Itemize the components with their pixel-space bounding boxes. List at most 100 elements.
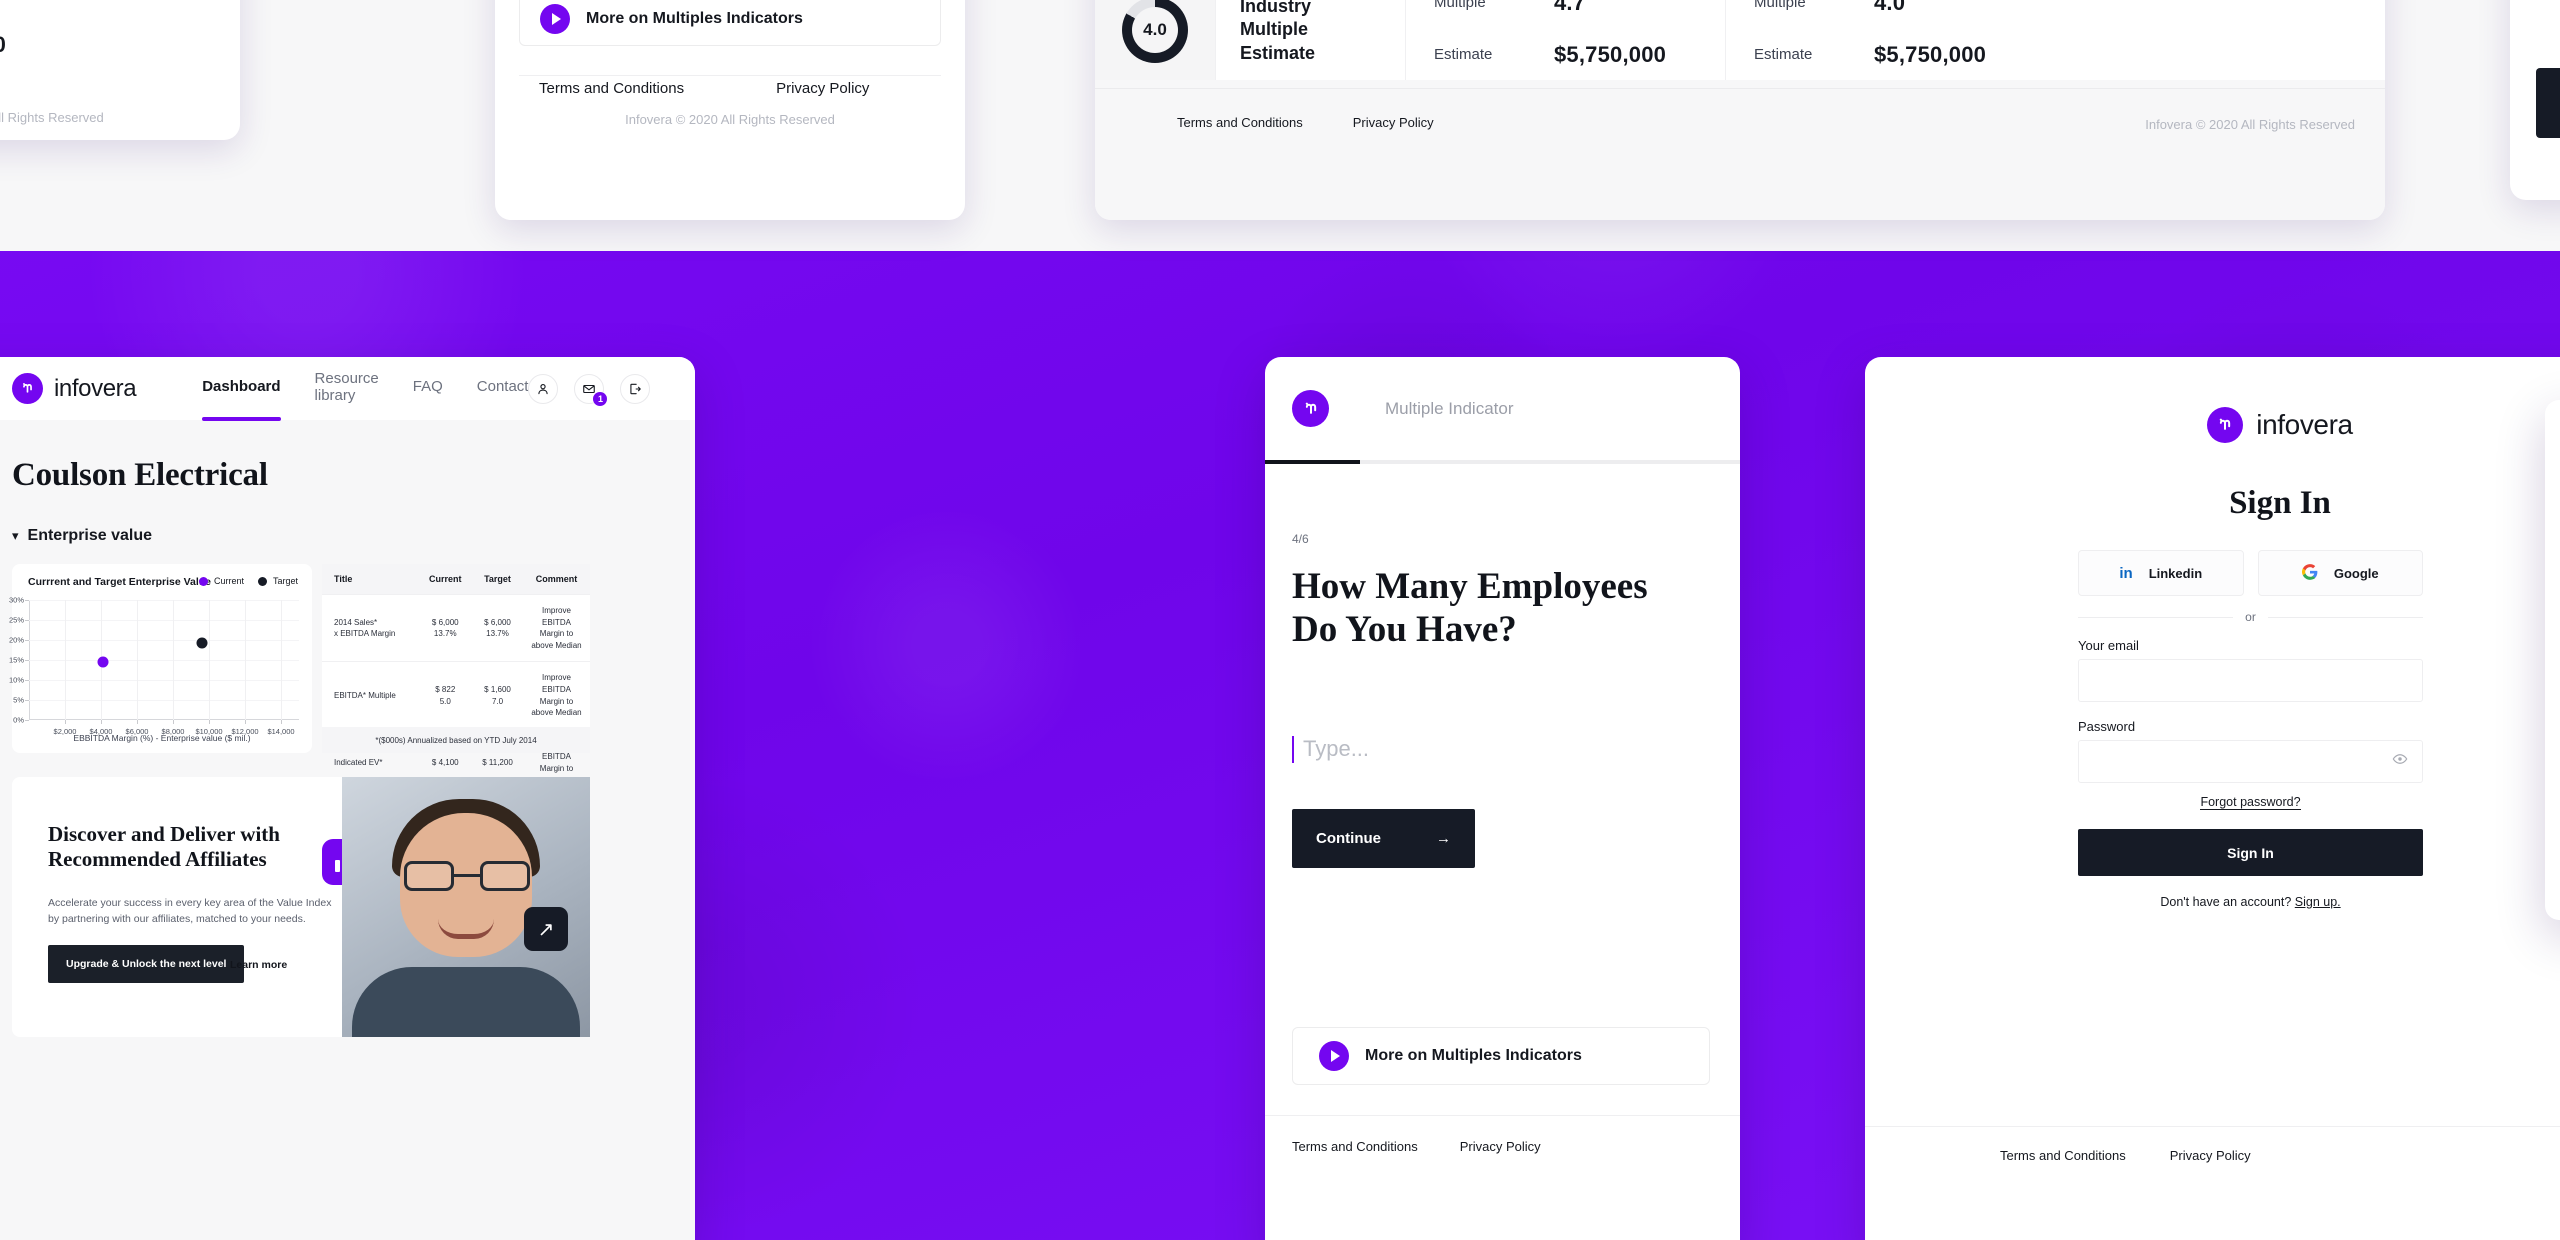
- cell-target: $ 1,600 7.0: [472, 661, 523, 730]
- more-on-multiples-button-b[interactable]: More on Multiples Indicators: [519, 0, 941, 46]
- privacy-link-b[interactable]: Privacy Policy: [776, 80, 869, 97]
- promo-title: Discover and Deliver with Recommended Af…: [48, 822, 280, 872]
- metric-0-multiple-label: Multiple: [1434, 0, 1486, 11]
- message-count-badge: 1: [593, 391, 608, 406]
- quiz-header: Multiple Indicator: [1265, 357, 1740, 460]
- app-logo[interactable]: infovera: [1865, 407, 2560, 443]
- y-tick: [25, 640, 29, 641]
- logout-icon[interactable]: [620, 373, 651, 404]
- nav-contact[interactable]: Contact: [477, 378, 529, 399]
- user-icon[interactable]: [528, 373, 559, 404]
- infovera-logo-icon: [12, 373, 43, 404]
- cell-comment: Improve EBITDA Margin to above Median: [522, 661, 590, 730]
- app-logo-text: infovera: [54, 374, 137, 402]
- th-comment: Comment: [522, 564, 590, 595]
- x-tick: [137, 720, 138, 724]
- y-tick-label: 25%: [8, 615, 24, 625]
- nav-faq[interactable]: FAQ: [413, 378, 443, 399]
- cell-comment: Improve EBITDA Margin to above Median: [522, 593, 590, 662]
- signin-submit-button[interactable]: Sign In: [2078, 829, 2423, 876]
- oauth-buttons: in Linkedin Google: [2078, 550, 2423, 596]
- terms-link-b[interactable]: Terms and Conditions: [539, 80, 684, 97]
- app-logo[interactable]: infovera: [12, 373, 137, 404]
- table-row: EBITDA* Multiple $ 822 5.0 $ 1,600 7.0 Improv…: [322, 661, 590, 730]
- infovera-logo-icon[interactable]: [1292, 390, 1329, 427]
- x-tick: [245, 720, 246, 724]
- grid-line-h: [29, 640, 299, 641]
- privacy-link-signin[interactable]: Privacy Policy: [2170, 1148, 2251, 1163]
- th-target: Target: [472, 564, 523, 595]
- grid-line-v: [245, 600, 246, 720]
- password-field[interactable]: [2078, 740, 2423, 783]
- chart-plot-area: 0% 5% 10% 15% 20% 25% 30% $2,000 $4,000 $6,000 $8,…: [9, 596, 299, 736]
- signup-link[interactable]: Sign up.: [2295, 895, 2341, 909]
- privacy-link-quiz[interactable]: Privacy Policy: [1460, 1139, 1541, 1154]
- terms-link-signin[interactable]: Terms and Conditions: [2000, 1148, 2126, 1163]
- upgrade-button[interactable]: Upgrade & Unlock the next level: [48, 945, 245, 983]
- nav-resource-library[interactable]: Resource library: [315, 370, 379, 408]
- eye-icon[interactable]: [2392, 751, 2408, 772]
- x-tick: [173, 720, 174, 724]
- mail-icon[interactable]: 1: [574, 373, 608, 406]
- metric-0-estimate-label: Estimate: [1434, 46, 1493, 63]
- chart-axis-caption: EBBITDA Margin (%) - Enterprise value ($…: [73, 733, 251, 743]
- terms-link-quiz[interactable]: Terms and Conditions: [1292, 1139, 1418, 1154]
- section-header-enterprise-value[interactable]: ▾ Enterprise value: [12, 527, 152, 545]
- grid-line-v: [209, 600, 210, 720]
- table-header-row: Title Current Target Comment: [322, 564, 590, 595]
- enterprise-value-table-card: Title Current Target Comment 2014 Sales*…: [322, 564, 590, 797]
- privacy-link-c[interactable]: Privacy Policy: [1353, 115, 1434, 130]
- linkedin-signin-button[interactable]: in Linkedin: [2078, 550, 2244, 596]
- more-on-multiples-label: More on Multiples Indicators: [586, 10, 803, 27]
- grid-line-h: [29, 600, 299, 601]
- top-card-a-estimate: $5,750,000: [0, 32, 6, 58]
- more-on-multiples-button[interactable]: More on Multiples Indicators: [1292, 1027, 1710, 1085]
- metric-1-estimate-label: Estimate: [1754, 46, 1813, 63]
- x-axis: [29, 719, 299, 720]
- th-title: Title: [322, 564, 419, 595]
- text-caret: [1292, 735, 1294, 763]
- divider: [1095, 88, 2385, 89]
- legend-label-current: Current: [213, 576, 244, 586]
- y-tick: [25, 720, 29, 721]
- quiz-step-counter: 4/6: [1292, 532, 1309, 546]
- email-label: Your email: [2078, 638, 2139, 653]
- top-card-c-copyright: Infovera © 2020 All Rights Reserved: [2145, 117, 2355, 132]
- metric-1-multiple-label: Multiple: [1754, 0, 1806, 11]
- y-tick: [25, 700, 29, 701]
- y-tick: [25, 620, 29, 621]
- or-label: or: [2245, 610, 2256, 624]
- enterprise-value-chart-card: Currrent and Target Enterprise Value Cur…: [9, 564, 312, 753]
- arrow-up-right-icon[interactable]: ↗: [524, 907, 568, 951]
- arrow-right-icon: →: [1436, 830, 1451, 847]
- signin-window: infovera Sign In in Linkedin Google or Y…: [1865, 357, 2560, 1240]
- cell-target: $ 6,000 13.7%: [472, 593, 523, 662]
- promo-photo: ↗: [342, 777, 590, 1037]
- chart-legend: Current Target: [198, 576, 298, 586]
- legend-dot-current: [198, 576, 208, 586]
- forgot-password-link[interactable]: Forgot password?: [2078, 795, 2423, 810]
- google-signin-button[interactable]: Google: [2257, 550, 2423, 596]
- quiz-answer-input[interactable]: Type...: [1292, 732, 1672, 766]
- x-tick: [281, 720, 282, 724]
- signup-prefix: Don't have an account?: [2160, 895, 2295, 909]
- terms-link-c[interactable]: Terms and Conditions: [1177, 115, 1303, 130]
- forgot-password-label: Forgot password?: [2200, 795, 2301, 810]
- top-card-a-copyright: Infovera © 2020 All Rights Reserved: [0, 110, 104, 125]
- nav-dashboard[interactable]: Dashboard: [202, 378, 281, 421]
- table-row: 2014 Sales* x EBITDA Margin $ 6,000 13.7% $ …: [322, 593, 590, 662]
- affiliates-promo-card: Discover and Deliver with Recommended Af…: [12, 777, 590, 1037]
- metric-0-estimate-value: $5,750,000: [1554, 42, 1667, 67]
- grid-line-v: [137, 600, 138, 720]
- learn-more-link[interactable]: Learn more: [230, 959, 287, 971]
- continue-button[interactable]: Continue →: [1292, 809, 1475, 868]
- dashboard-topbar: infovera Dashboard Resource library FAQ …: [0, 357, 695, 421]
- gauge-caption: Industry Multiple Estimate: [1240, 0, 1316, 63]
- data-point-target: [196, 637, 208, 649]
- linkedin-label: Linkedin: [2148, 565, 2203, 581]
- metric-1-estimate-value: $5,750,000: [1874, 42, 1987, 67]
- email-field[interactable]: [2078, 659, 2423, 702]
- progress-bar: [1265, 460, 1740, 464]
- grid-line-v: [65, 600, 66, 720]
- top-card-partial-right: [2510, 0, 2560, 200]
